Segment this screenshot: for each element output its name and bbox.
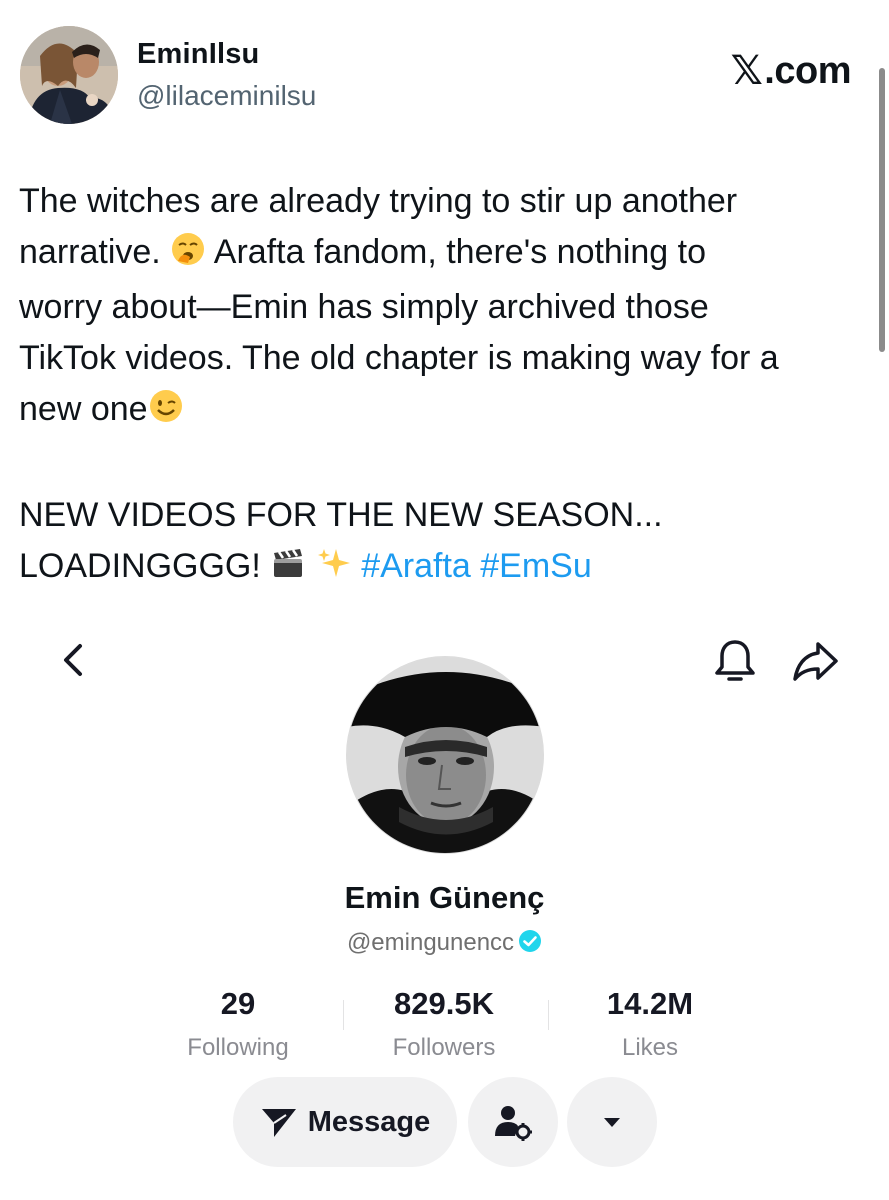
send-icon	[261, 1109, 296, 1137]
tweet-line: The witches are already trying to stir u…	[19, 182, 738, 220]
yawning-face-icon	[170, 231, 206, 282]
back-chevron-icon[interactable]	[54, 638, 94, 682]
stat-label: Following	[187, 1034, 289, 1061]
share-arrow-icon[interactable]	[790, 638, 842, 684]
source-badge: 𝕏 .com	[730, 48, 852, 94]
tweet-line: TikTok videos. The old chapter is making…	[19, 339, 779, 377]
stat-label: Likes	[621, 1034, 679, 1061]
tweet-line: narrative. Arafta fandom, there's nothin…	[19, 227, 869, 282]
sparkles-icon	[316, 545, 352, 596]
stat-value: 829.5K	[394, 986, 494, 1021]
hashtag-link[interactable]: #Arafta	[361, 547, 471, 585]
tweet-text: The witches are already trying to stir u…	[19, 176, 869, 596]
clapper-board-icon	[270, 545, 306, 596]
profile-avatar[interactable]	[346, 656, 544, 854]
author-display-name[interactable]: EminIlsu	[137, 38, 259, 71]
dropdown-caret-icon	[604, 1118, 620, 1127]
profile-name: Emin Günenç	[344, 880, 545, 915]
bell-icon[interactable]	[711, 636, 759, 686]
person-settings-button[interactable]	[468, 1077, 558, 1167]
stat-likes[interactable]: 14.2M Likes	[562, 986, 738, 1062]
tweet-line: NEW VIDEOS FOR THE NEW SEASON...	[19, 496, 663, 534]
person-settings-icon	[495, 1106, 532, 1141]
x-logo-icon: 𝕏	[730, 48, 763, 94]
more-dropdown-button[interactable]	[567, 1077, 657, 1167]
message-button-label: Message	[307, 1105, 431, 1138]
tweet-line: LOADINGGGG! #Arafta #EmSu	[19, 541, 869, 596]
author-handle[interactable]: @lilaceminilsu	[137, 80, 316, 112]
stat-label: Followers	[392, 1034, 496, 1061]
stat-divider	[343, 1000, 344, 1030]
stat-following[interactable]: 29 Following	[150, 986, 326, 1062]
source-label: .com	[764, 49, 851, 92]
stat-value: 29	[220, 986, 256, 1021]
screenshot: EminIlsu @lilaceminilsu 𝕏 .com The witche…	[0, 0, 889, 1200]
tweet-line: worry about—Emin has simply archived tho…	[19, 288, 709, 326]
profile-handle: @emingunencc	[0, 929, 889, 957]
author-avatar[interactable]	[20, 26, 118, 124]
stat-divider	[548, 1000, 549, 1030]
stat-value: 14.2M	[606, 986, 694, 1021]
verified-badge-icon	[518, 929, 542, 953]
hashtag-link[interactable]: #EmSu	[480, 547, 592, 585]
tweet-line: new one	[19, 384, 869, 439]
stat-followers[interactable]: 829.5K Followers	[356, 986, 532, 1062]
winking-face-icon	[148, 388, 184, 439]
message-button[interactable]: Message	[233, 1077, 457, 1167]
scrollbar[interactable]	[879, 68, 885, 352]
